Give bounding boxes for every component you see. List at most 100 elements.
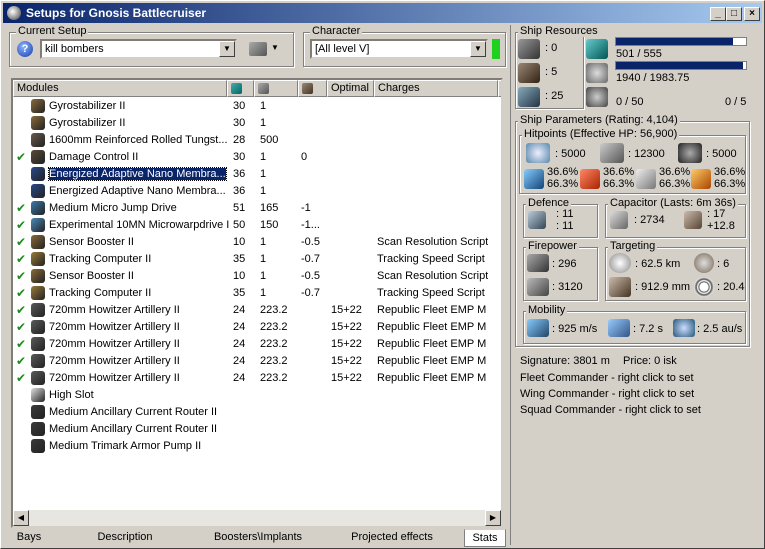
tab-boosters-implants[interactable]: Boosters\Implants <box>194 529 322 547</box>
module-row[interactable]: Energized Adaptive Nano Membra... 36 1 <box>13 166 501 183</box>
scroll-right-icon[interactable]: ▶ <box>485 510 501 526</box>
scroll-left-icon[interactable]: ◀ <box>13 510 29 526</box>
ship-tools-icon[interactable] <box>249 42 267 56</box>
tab-projected-effects[interactable]: Projected effects <box>326 529 458 547</box>
module-active-check[interactable]: ✔ <box>16 320 26 334</box>
shield-hp-value: : 5000 <box>555 148 586 160</box>
module-row[interactable]: ✔ 720mm Howitzer Artillery II 24 223.2 15+22… <box>13 336 501 353</box>
module-row[interactable]: ✔ 720mm Howitzer Artillery II 24 223.2 15+22… <box>13 353 501 370</box>
module-row[interactable]: High Slot <box>13 387 501 404</box>
module-active-check[interactable]: ✔ <box>16 252 26 266</box>
module-active-check[interactable]: ✔ <box>16 218 26 232</box>
capacitor-recharge-icon <box>684 211 702 229</box>
armor-icon <box>600 143 624 163</box>
module-row[interactable]: Medium Trimark Armor Pump II <box>13 438 501 455</box>
module-row[interactable]: ✔ Tracking Computer II 35 1 -0.7 Tracking Spe… <box>13 251 501 268</box>
close-button[interactable]: × <box>744 7 760 21</box>
wing-commander-slot[interactable]: Wing Commander - right click to set <box>520 388 694 400</box>
module-row[interactable]: Energized Adaptive Nano Membra... 36 1 <box>13 183 501 200</box>
module-row[interactable]: Gyrostabilizer II 30 1 <box>13 98 501 115</box>
current-setup-select[interactable]: kill bombers ▼ <box>40 39 237 59</box>
module-row[interactable]: ✔ 720mm Howitzer Artillery II 24 223.2 15+22… <box>13 370 501 387</box>
align-time-icon <box>608 319 630 337</box>
module-active-check[interactable]: ✔ <box>16 354 26 368</box>
volley-value: : 3120 <box>552 281 583 293</box>
module-row[interactable]: Medium Ancillary Current Router II <box>13 404 501 421</box>
module-active-check[interactable]: ✔ <box>16 201 26 215</box>
module-row[interactable]: ✔ Medium Micro Jump Drive 51 165 -1 <box>13 200 501 217</box>
gyrostabilizer-icon <box>31 99 45 113</box>
squad-commander-slot[interactable]: Squad Commander - right click to set <box>520 404 701 416</box>
armor-plate-icon <box>31 133 45 147</box>
module-active-check[interactable]: ✔ <box>16 303 26 317</box>
current-setup-label: Current Setup <box>16 25 89 37</box>
character-select[interactable]: [All level V] ▼ <box>310 39 488 59</box>
module-active-check[interactable]: ✔ <box>16 269 26 283</box>
module-row[interactable]: ✔ 720mm Howitzer Artillery II 24 223.2 15+22… <box>13 302 501 319</box>
maximize-button[interactable]: □ <box>726 7 742 21</box>
armor-hp-value: : 12300 <box>628 148 665 160</box>
column-header-optimal[interactable]: Optimal <box>327 80 374 97</box>
sensor-booster-icon <box>31 269 45 283</box>
artillery-icon <box>31 337 45 351</box>
module-powergrid: 500 <box>260 134 279 146</box>
fleet-commander-slot[interactable]: Fleet Commander - right click to set <box>520 372 694 384</box>
column-header-cpu[interactable] <box>227 80 254 97</box>
module-row[interactable]: ✔ Sensor Booster II 10 1 -0.5 Scan Resolution… <box>13 234 501 251</box>
module-powergrid: 1 <box>260 270 267 282</box>
tab-stats[interactable]: Stats <box>464 529 506 547</box>
module-row[interactable]: Gyrostabilizer II 30 1 <box>13 115 501 132</box>
module-powergrid: 1 <box>260 151 267 163</box>
max-targets-icon <box>694 253 714 273</box>
module-row[interactable]: ✔ 720mm Howitzer Artillery II 24 223.2 15+22… <box>13 319 501 336</box>
tab-bays[interactable]: Bays <box>4 529 54 547</box>
module-name: Medium Trimark Armor Pump II <box>49 440 202 452</box>
minimize-button[interactable]: _ <box>710 7 726 21</box>
column-header-extra[interactable]: H <box>498 80 501 97</box>
tools-dropdown-arrow-icon[interactable]: ▼ <box>271 43 279 52</box>
module-name: 720mm Howitzer Artillery II <box>49 338 180 350</box>
modules-list[interactable]: Modules Optimal Charges H Gyrostabilizer… <box>11 78 503 528</box>
column-header-capacitor[interactable] <box>298 80 327 97</box>
module-cpu: 50 <box>233 219 246 231</box>
character-value: [All level V] <box>315 43 370 55</box>
chevron-down-icon[interactable]: ▼ <box>219 41 235 57</box>
module-active-check[interactable]: ✔ <box>16 286 26 300</box>
velocity-icon <box>527 319 549 337</box>
column-header-charges[interactable]: Charges <box>374 80 498 97</box>
launcher-hardpoint-icon <box>518 63 540 83</box>
module-powergrid: 223.2 <box>260 338 288 350</box>
module-row[interactable]: ✔ Experimental 10MN Microwarpdrive I 50 150… <box>13 217 501 234</box>
tab-description[interactable]: Description <box>62 529 188 547</box>
title-bar[interactable]: Setups for Gnosis Battlecruiser _ □ × <box>3 3 762 23</box>
module-row[interactable]: ✔ Sensor Booster II 10 1 -0.5 Scan Resolution… <box>13 268 501 285</box>
module-powergrid: 1 <box>260 185 267 197</box>
column-header-powergrid[interactable] <box>254 80 298 97</box>
module-active-check[interactable]: ✔ <box>16 150 26 164</box>
module-capacitor: -1... <box>301 219 320 231</box>
cpu-icon <box>586 39 608 59</box>
velocity-value: : 925 m/s <box>552 323 598 335</box>
mobility-label: Mobility <box>526 304 568 316</box>
artillery-icon <box>31 371 45 385</box>
chevron-down-icon[interactable]: ▼ <box>470 41 486 57</box>
module-active-check[interactable]: ✔ <box>16 371 26 385</box>
module-row[interactable]: Medium Ancillary Current Router II <box>13 421 501 438</box>
drone-bandwidth-icon <box>518 87 540 107</box>
thermal-resist-value: 36.6% 66.3% <box>603 166 635 190</box>
module-row[interactable]: ✔ Damage Control II 30 1 0 <box>13 149 501 166</box>
module-powergrid: 150 <box>260 219 279 231</box>
hitpoints-label: Hitpoints (Effective HP: 56,900) <box>522 128 680 140</box>
powergrid-icon <box>258 83 269 94</box>
rig-icon <box>31 422 45 436</box>
module-row[interactable]: 1600mm Reinforced Rolled Tungst... 28 500 <box>13 132 501 149</box>
column-header-modules[interactable]: Modules <box>13 80 227 97</box>
module-active-check[interactable]: ✔ <box>16 337 26 351</box>
module-row[interactable]: ✔ Tracking Computer II 35 1 -0.7 Tracking Spe… <box>13 285 501 302</box>
horizontal-scrollbar[interactable]: ◀ ▶ <box>13 510 501 526</box>
bottom-tabs: Bays Description Boosters\Implants Proje… <box>4 529 509 548</box>
help-icon[interactable]: ? <box>17 41 33 57</box>
module-powergrid: 223.2 <box>260 304 288 316</box>
module-active-check[interactable]: ✔ <box>16 235 26 249</box>
powergrid-bar-fill <box>616 62 744 69</box>
